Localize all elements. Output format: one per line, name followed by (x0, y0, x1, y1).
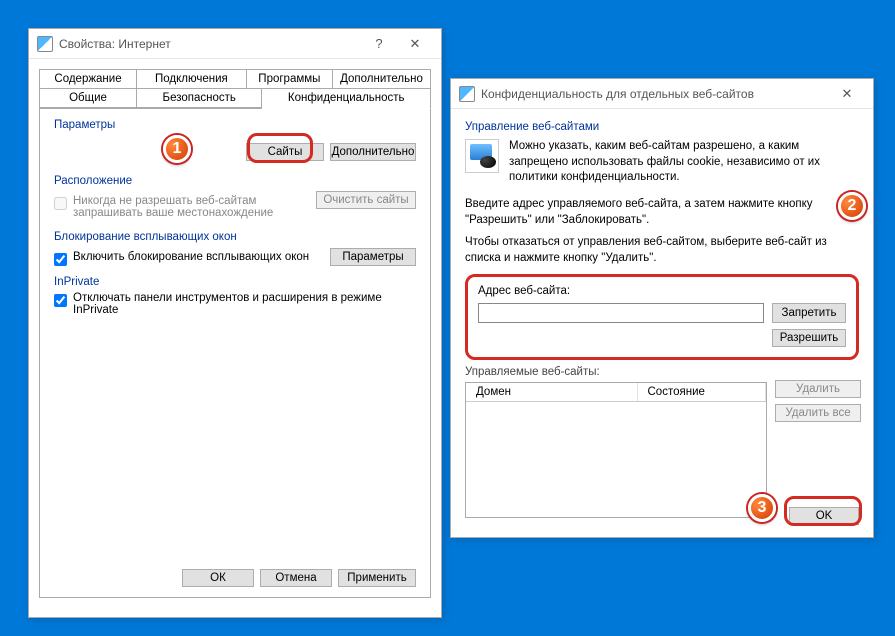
privacy-panel: Параметры Сайты Дополнительно Расположен… (39, 108, 431, 598)
location-heading: Расположение (54, 175, 416, 187)
privacy-icon (459, 86, 475, 102)
remove-all-button[interactable]: Удалить все (775, 404, 861, 422)
site-address-input[interactable] (478, 303, 764, 323)
window-title: Конфиденциальность для отдельных веб-сай… (481, 87, 829, 101)
manage-sites-heading: Управление веб-сайтами (465, 121, 859, 133)
never-allow-location-input[interactable] (54, 197, 67, 210)
popup-heading: Блокирование всплывающих окон (54, 231, 416, 243)
managed-sites-list[interactable]: Домен Состояние (465, 382, 767, 518)
instructions-2: Чтобы отказаться от управления веб-сайто… (465, 234, 859, 266)
dialog-footer: ОК Отмена Применить (182, 569, 416, 587)
privacy-description-icon (465, 139, 499, 173)
apply-button[interactable]: Применить (338, 569, 416, 587)
internet-properties-dialog: Свойства: Интернет ? ✕ Содержание Подклю… (28, 28, 442, 618)
ok-button[interactable]: OK (789, 507, 859, 525)
tab-programs[interactable]: Программы (247, 69, 333, 88)
popup-settings-button[interactable]: Параметры (330, 248, 416, 266)
titlebar: Конфиденциальность для отдельных веб-сай… (451, 79, 873, 109)
close-button[interactable]: ✕ (829, 80, 865, 108)
internet-options-icon (37, 36, 53, 52)
tabs: Содержание Подключения Программы Дополни… (39, 69, 431, 108)
clear-sites-button[interactable]: Очистить сайты (316, 191, 416, 209)
address-group-highlight: Адрес веб-сайта: Запретить Разрешить (465, 274, 859, 360)
ok-button[interactable]: ОК (182, 569, 254, 587)
params-heading: Параметры (54, 119, 416, 131)
sites-button[interactable]: Сайты (246, 143, 324, 161)
tab-content[interactable]: Содержание (39, 69, 137, 88)
never-allow-location-checkbox[interactable]: Никогда не разрешать веб-сайтам запрашив… (54, 195, 273, 219)
privacy-description: Можно указать, каким веб-сайтам разрешен… (509, 139, 859, 186)
advanced-button[interactable]: Дополнительно (330, 143, 416, 161)
enable-popup-blocker-checkbox[interactable]: Включить блокирование всплывающих окон (54, 251, 309, 266)
inprivate-heading: InPrivate (54, 276, 416, 288)
tab-general[interactable]: Общие (39, 88, 137, 108)
remove-button[interactable]: Удалить (775, 380, 861, 398)
block-button[interactable]: Запретить (772, 303, 846, 323)
tab-advanced[interactable]: Дополнительно (333, 69, 431, 88)
never-allow-location-label: Никогда не разрешать веб-сайтам запрашив… (73, 195, 273, 219)
column-state[interactable]: Состояние (638, 383, 767, 401)
enable-popup-blocker-input[interactable] (54, 253, 67, 266)
inprivate-disable-toolbars-checkbox[interactable]: Отключать панели инструментов и расширен… (54, 292, 416, 316)
tab-privacy[interactable]: Конфиденциальность (262, 88, 431, 109)
tab-connections[interactable]: Подключения (137, 69, 247, 88)
enable-popup-blocker-label: Включить блокирование всплывающих окон (73, 251, 309, 263)
step-badge-3: 3 (748, 494, 776, 522)
address-label: Адрес веб-сайта: (478, 285, 846, 297)
inprivate-disable-toolbars-label: Отключать панели инструментов и расширен… (73, 292, 416, 316)
instructions-1: Введите адрес управляемого веб-сайта, а … (465, 196, 859, 228)
inprivate-disable-toolbars-input[interactable] (54, 294, 67, 307)
step-badge-1: 1 (163, 135, 191, 163)
allow-button[interactable]: Разрешить (772, 329, 846, 347)
column-domain[interactable]: Домен (466, 383, 638, 401)
titlebar: Свойства: Интернет ? ✕ (29, 29, 441, 59)
window-title: Свойства: Интернет (59, 37, 361, 51)
tab-security[interactable]: Безопасность (137, 88, 262, 108)
per-site-privacy-dialog: Конфиденциальность для отдельных веб-сай… (450, 78, 874, 538)
close-button[interactable]: ✕ (397, 30, 433, 58)
step-badge-2: 2 (838, 192, 866, 220)
cancel-button[interactable]: Отмена (260, 569, 332, 587)
help-button[interactable]: ? (361, 30, 397, 58)
managed-sites-label: Управляемые веб-сайты: (465, 366, 859, 378)
